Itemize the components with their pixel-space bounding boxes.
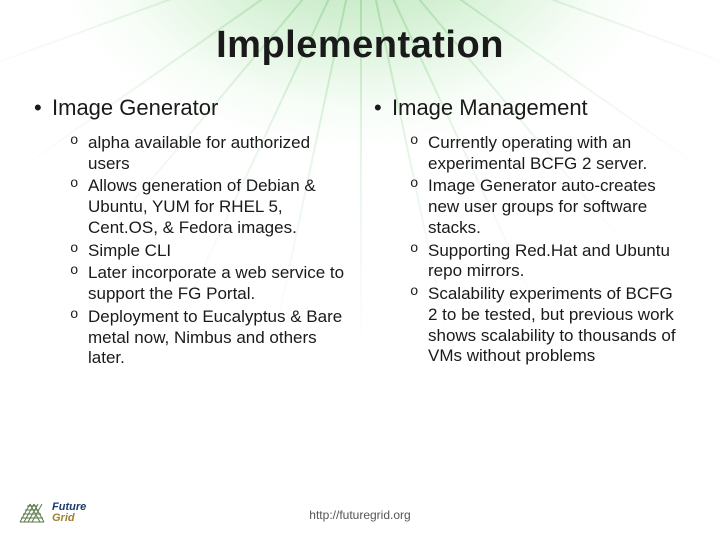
right-column: Image Management Currently operating wit…: [374, 95, 686, 371]
list-item: Allows generation of Debian & Ubuntu, YU…: [70, 176, 346, 238]
list-item: alpha available for authorized users: [70, 133, 346, 174]
logo: Future Grid: [18, 500, 86, 526]
slide: Implementation Image Generator alpha ava…: [0, 0, 720, 540]
list-item: Currently operating with an experimental…: [410, 133, 686, 174]
logo-text: Future Grid: [52, 502, 86, 524]
page-title: Implementation: [0, 0, 720, 67]
list-item: Image Generator auto-creates new user gr…: [410, 176, 686, 238]
grid-icon: [18, 500, 48, 526]
logo-line2: Grid: [52, 512, 75, 524]
list-item: Later incorporate a web service to suppo…: [70, 263, 346, 304]
list-item: Simple CLI: [70, 241, 346, 262]
left-heading: Image Generator: [34, 95, 346, 121]
left-column: Image Generator alpha available for auth…: [34, 95, 346, 371]
list-item: Deployment to Eucalyptus & Bare metal no…: [70, 307, 346, 369]
list-item: Scalability experiments of BCFG 2 to be …: [410, 284, 686, 367]
right-list: Currently operating with an experimental…: [374, 133, 686, 367]
list-item: Supporting Red.Hat and Ubuntu repo mirro…: [410, 241, 686, 282]
footer-url: http://futuregrid.org: [0, 508, 720, 522]
right-heading: Image Management: [374, 95, 686, 121]
left-list: alpha available for authorized users All…: [34, 133, 346, 369]
content-columns: Image Generator alpha available for auth…: [0, 67, 720, 371]
